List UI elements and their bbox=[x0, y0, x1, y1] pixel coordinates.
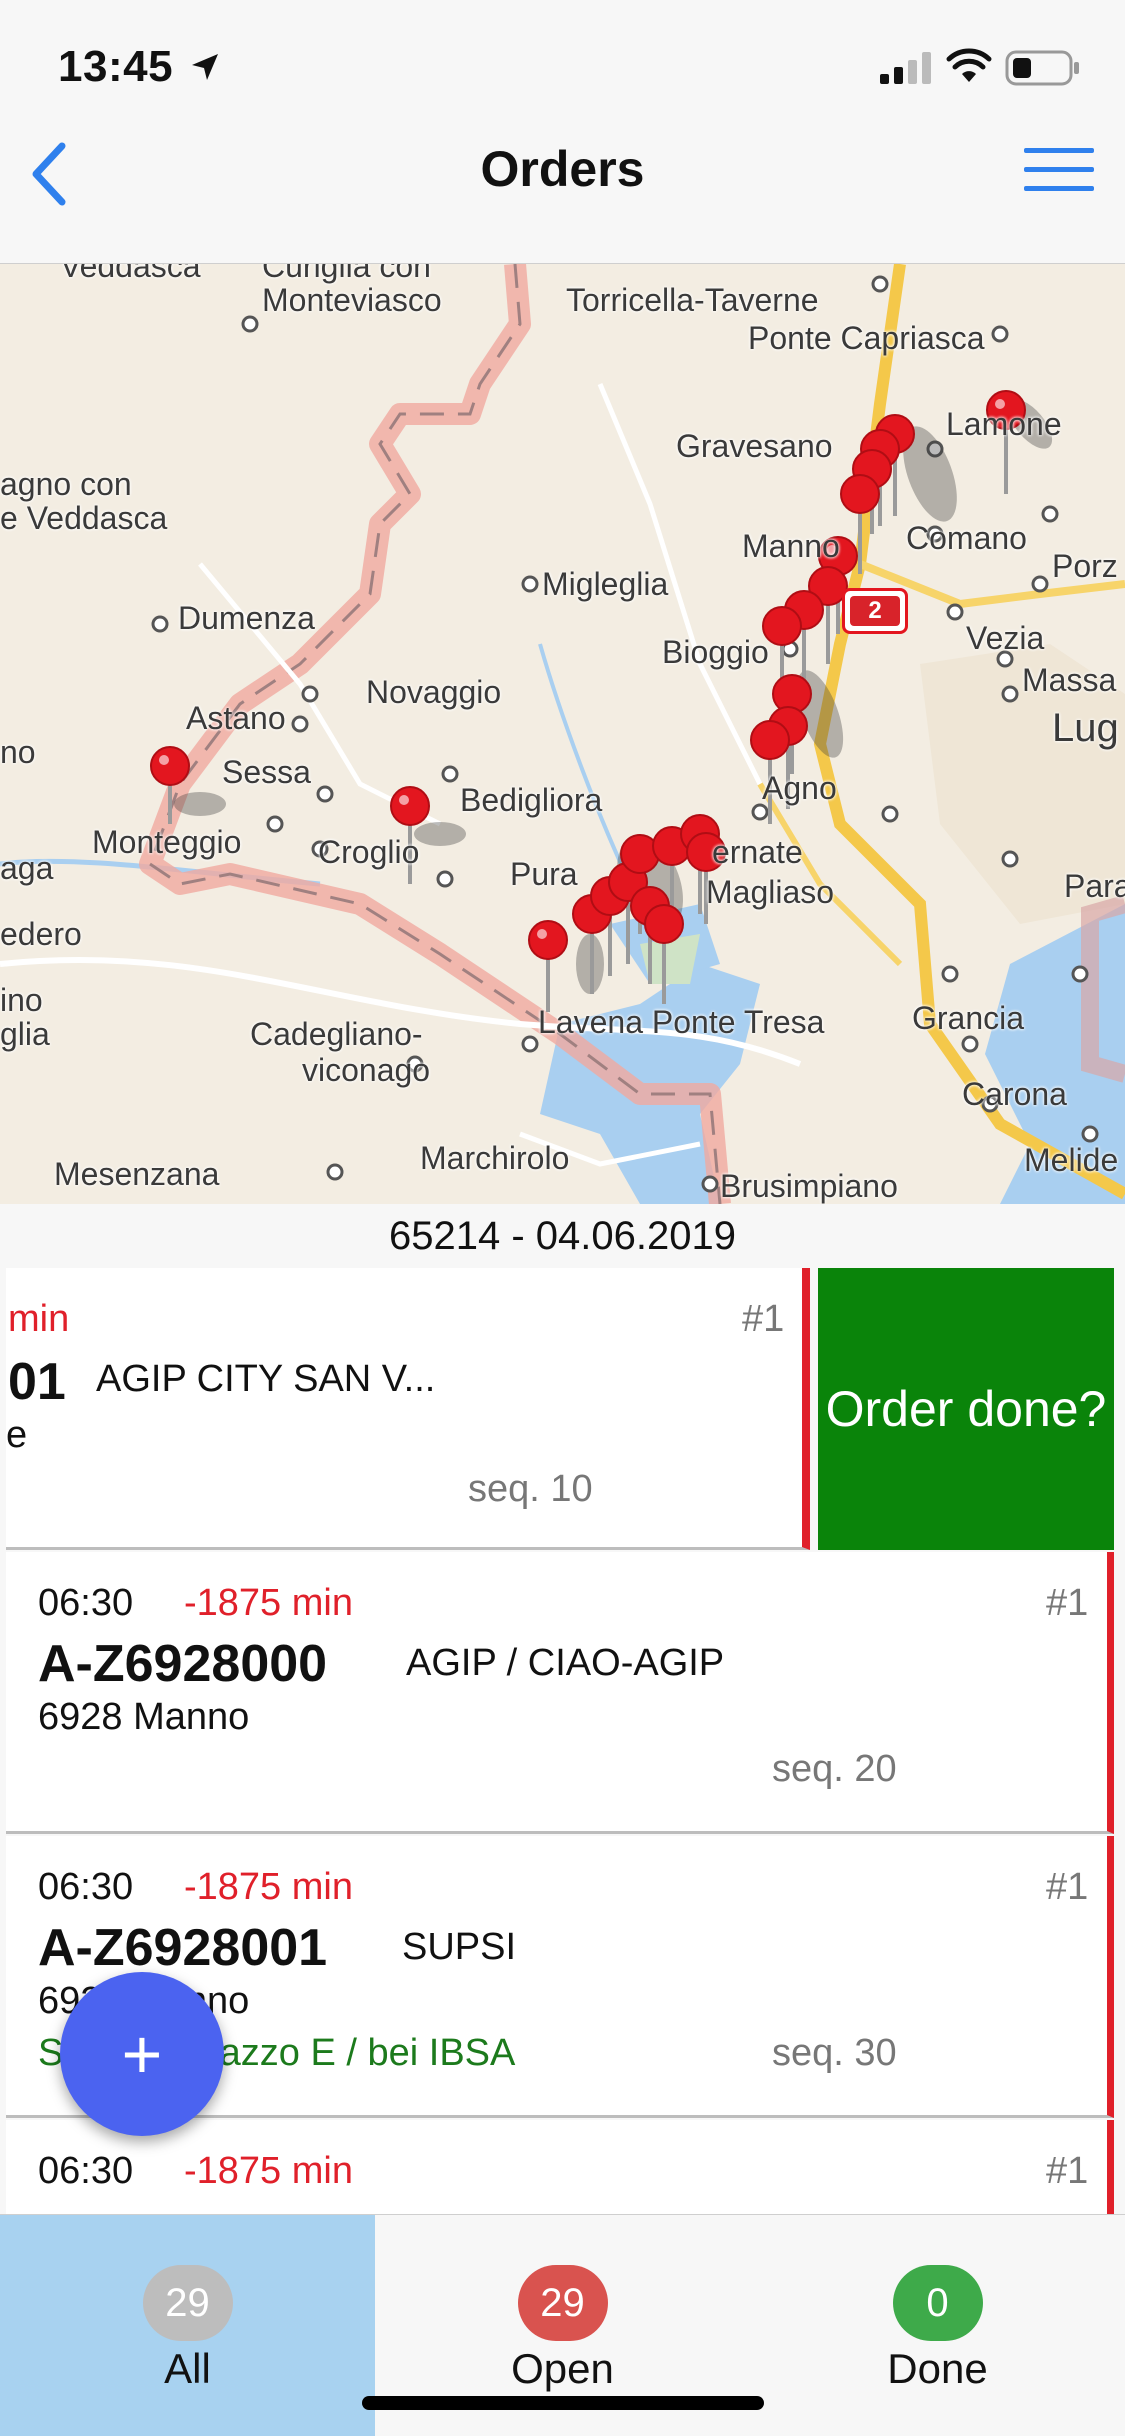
order-card[interactable]: 06:30 -1875 min #1 bbox=[6, 2120, 1114, 2214]
map-place-label: Sessa bbox=[222, 754, 311, 790]
map-place-label: Melide bbox=[1024, 1142, 1119, 1178]
map-place-label: Grancia bbox=[912, 1000, 1025, 1036]
map-place-label: Novaggio bbox=[366, 674, 502, 710]
map-place-label: agno con bbox=[0, 466, 132, 502]
map-place-label: Lamone bbox=[946, 406, 1062, 442]
map-place-label: Vezia bbox=[966, 620, 1045, 656]
tab-count-badge: 0 bbox=[892, 2265, 983, 2341]
order-number: #1 bbox=[1046, 2150, 1089, 2192]
map-place-label: Magliaso bbox=[706, 874, 835, 910]
order-address: e bbox=[6, 1414, 28, 1456]
cellular-signal-icon bbox=[880, 52, 931, 84]
map-place-label: Astano bbox=[186, 700, 286, 736]
orders-map[interactable]: 2 Veddasca Curiglia con Monteviasco Torr… bbox=[0, 264, 1125, 1204]
map-place-label: Migleglia bbox=[542, 566, 669, 602]
map-place-label: edero bbox=[0, 916, 82, 952]
tab-done[interactable]: 0 Done bbox=[750, 2215, 1125, 2436]
map-place-label: Mesenzana bbox=[54, 1156, 220, 1192]
order-sequence: seq. 30 bbox=[772, 2032, 897, 2074]
map-place-label: Agno bbox=[762, 770, 837, 806]
tab-label: All bbox=[164, 2345, 211, 2392]
wifi-icon bbox=[946, 48, 992, 82]
order-number: #1 bbox=[1046, 1866, 1089, 1908]
order-address: 6928 Manno bbox=[38, 1696, 250, 1738]
map-place-label: Bioggio bbox=[662, 634, 769, 670]
tab-count-badge: 29 bbox=[142, 2265, 233, 2341]
tab-all[interactable]: 29 All bbox=[0, 2215, 375, 2436]
route-date-header: 65214 - 04.06.2019 bbox=[0, 1204, 1125, 1268]
order-sequence: seq. 20 bbox=[772, 1748, 897, 1790]
order-done-button[interactable]: Order done? bbox=[818, 1268, 1114, 1550]
order-number: #1 bbox=[1046, 1582, 1089, 1624]
tab-count-badge: 29 bbox=[517, 2265, 608, 2341]
order-delay: -1875 min bbox=[184, 1866, 353, 1908]
map-place-label: Carona bbox=[962, 1076, 1067, 1112]
map-cluster-badge[interactable]: 2 bbox=[842, 588, 908, 634]
map-place-label: ino bbox=[0, 982, 43, 1018]
map-place-label: Porz bbox=[1052, 548, 1118, 584]
map-place-label: Manno bbox=[742, 528, 840, 564]
map-place-label: Massa bbox=[1022, 662, 1117, 698]
map-place-label: Pura bbox=[510, 856, 578, 892]
map-base bbox=[0, 264, 1125, 1204]
hamburger-menu-icon[interactable] bbox=[1024, 142, 1094, 198]
map-place-label: Marchirolo bbox=[420, 1140, 570, 1176]
home-indicator[interactable] bbox=[362, 2396, 764, 2410]
map-place-label: no bbox=[0, 734, 36, 770]
order-code: A-Z6928000 bbox=[38, 1635, 328, 1693]
map-place-label: Brusimpiano bbox=[720, 1168, 898, 1204]
map-place-label: Ponte Capriasca bbox=[748, 320, 985, 356]
customer-name: SUPSI bbox=[402, 1926, 517, 1968]
map-place-label: aga bbox=[0, 850, 54, 886]
map-place-label: ernate bbox=[712, 834, 803, 870]
location-arrow-icon bbox=[192, 54, 218, 80]
order-row-swiped[interactable]: min #1 01 AGIP CITY SAN V... e seq. 10 O… bbox=[6, 1268, 1114, 1552]
battery-icon bbox=[1005, 50, 1079, 86]
order-time: 06:30 bbox=[38, 1582, 134, 1624]
tab-label: Done bbox=[887, 2345, 988, 2392]
map-place-label: Paradi bbox=[1064, 868, 1125, 904]
map-place-label: Croglio bbox=[318, 834, 420, 870]
page-title: Orders bbox=[480, 141, 645, 197]
map-place-label: Lug bbox=[1052, 706, 1119, 750]
map-place-label: Comano bbox=[906, 520, 1027, 556]
map-place-label: e Veddasca bbox=[0, 500, 168, 536]
map-place-label: Monteviasco bbox=[262, 282, 442, 318]
order-time: 06:30 bbox=[38, 2150, 134, 2192]
map-cluster-count: 2 bbox=[850, 596, 900, 626]
order-code: A-Z6928001 bbox=[38, 1919, 328, 1977]
map-place-label: viconago bbox=[302, 1052, 431, 1088]
order-delay: -1875 min bbox=[184, 1582, 353, 1624]
order-card[interactable]: min #1 01 AGIP CITY SAN V... e seq. 10 bbox=[6, 1268, 810, 1550]
order-sequence: seq. 10 bbox=[468, 1468, 593, 1510]
map-place-label: Lavena Ponte Tresa bbox=[538, 1004, 825, 1040]
customer-name: AGIP CITY SAN V... bbox=[96, 1358, 436, 1400]
map-place-label: Cadegliano- bbox=[250, 1016, 423, 1052]
plus-icon: + bbox=[121, 2015, 163, 2093]
order-time: 06:30 bbox=[38, 1866, 134, 1908]
order-number: #1 bbox=[742, 1298, 785, 1340]
add-order-button[interactable]: + bbox=[60, 1972, 224, 2136]
order-code: 01 bbox=[8, 1353, 66, 1411]
status-time: 13:45 bbox=[58, 42, 174, 91]
map-place-label: Monteggio bbox=[92, 824, 242, 860]
map-place-label: glia bbox=[0, 1016, 50, 1052]
map-place-label: Veddasca bbox=[60, 264, 201, 284]
customer-name: AGIP / CIAO-AGIP bbox=[406, 1642, 725, 1684]
map-place-label: Bedigliora bbox=[460, 782, 603, 818]
map-place-label: Gravesano bbox=[676, 428, 833, 464]
nav-bar: Orders bbox=[0, 110, 1125, 264]
map-place-label: Torricella-Taverne bbox=[566, 282, 819, 318]
order-card[interactable]: 06:30 -1875 min #1 A-Z6928000 AGIP / CIA… bbox=[6, 1552, 1114, 1834]
map-place-label: Dumenza bbox=[178, 600, 315, 636]
order-delay: -1875 min bbox=[184, 2150, 353, 2192]
tab-label: Open bbox=[511, 2345, 614, 2392]
order-delay: min bbox=[8, 1298, 70, 1340]
